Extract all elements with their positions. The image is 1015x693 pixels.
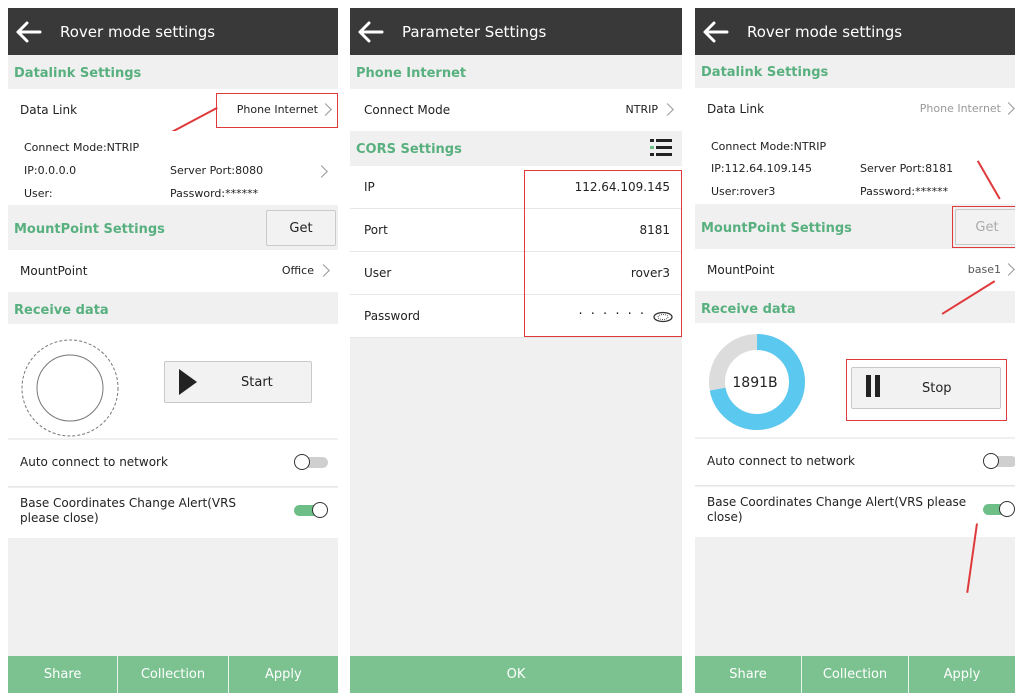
mountpoint-label: MountPoint: [707, 263, 775, 277]
rover-settings-screen-right: Rover mode settings Datalink Settings Da…: [695, 8, 1015, 693]
connect-mode-text: Connect Mode:NTRIP: [24, 141, 140, 154]
app-header: Rover mode settings: [695, 8, 1015, 55]
mountpoint-value: Office: [281, 264, 314, 277]
password-label: Password: [364, 309, 421, 323]
get-button[interactable]: Get: [266, 210, 336, 246]
chevron-right-icon: [1002, 263, 1015, 276]
mountpoint-row[interactable]: MountPoint Office: [8, 250, 338, 292]
datalink-section-title: Datalink Settings: [14, 66, 142, 81]
chevron-right-icon: [315, 165, 328, 178]
parameter-settings-screen: Parameter Settings Phone Internet Connec…: [350, 8, 682, 693]
page-title: Rover mode settings: [747, 22, 903, 41]
page-title: Rover mode settings: [60, 22, 216, 41]
mountpoint-value: base1: [967, 263, 1001, 276]
connection-info[interactable]: Connect Mode:NTRIP IP:112.64.109.145 Ser…: [695, 130, 1015, 204]
start-button[interactable]: Start: [164, 361, 312, 403]
ip-label: IP: [364, 180, 375, 194]
receive-panel: Start: [8, 324, 338, 438]
annotation-box: [952, 206, 1015, 248]
base-alert-toggle[interactable]: [294, 502, 330, 518]
connection-info[interactable]: Connect Mode:NTRIP IP:0.0.0.0 Server Por…: [8, 131, 338, 205]
cors-section-title: CORS Settings: [356, 142, 462, 157]
toggle-knob: [999, 501, 1015, 517]
connect-mode-label: Connect Mode: [364, 103, 451, 117]
mountpoint-label: MountPoint: [20, 264, 88, 278]
connect-mode-value: NTRIP: [625, 103, 658, 116]
toggle-knob: [312, 502, 328, 518]
base-alert-row: Base Coordinates Change Alert(VRS please…: [695, 487, 1015, 537]
phone-internet-section-title: Phone Internet: [356, 66, 467, 81]
user-label: User: [364, 266, 392, 280]
data-link-value: Phone Internet: [919, 102, 1001, 115]
receive-section-title: Receive data: [14, 303, 109, 318]
server-port-text: Server Port:8080: [170, 164, 264, 177]
bottom-bar: OK: [350, 656, 682, 693]
user-text: User:: [24, 187, 53, 200]
base-alert-label: Base Coordinates Change Alert(VRS please…: [20, 496, 237, 525]
server-port-text: Server Port:8181: [860, 162, 954, 175]
auto-connect-toggle[interactable]: [983, 453, 1015, 469]
auto-connect-row: Auto connect to network: [8, 440, 338, 487]
auto-connect-label: Auto connect to network: [20, 455, 168, 469]
page-title: Parameter Settings: [402, 22, 547, 41]
bottom-bar: Share Collection Apply: [8, 656, 338, 693]
password-text: Password:******: [860, 185, 949, 198]
ok-button[interactable]: OK: [350, 656, 682, 693]
password-text: Password:******: [170, 187, 259, 200]
share-button[interactable]: Share: [695, 656, 801, 693]
annotation-box: [216, 93, 338, 128]
datalink-section-title: Datalink Settings: [701, 65, 829, 80]
port-label: Port: [364, 223, 388, 237]
user-text: User:rover3: [711, 185, 776, 198]
data-link-label: Data Link: [707, 102, 765, 116]
base-alert-row: Base Coordinates Change Alert(VRS please…: [8, 488, 338, 538]
chevron-right-icon: [661, 103, 674, 116]
share-button[interactable]: Share: [8, 656, 118, 693]
connect-mode-text: Connect Mode:NTRIP: [711, 140, 827, 153]
back-arrow-icon[interactable]: [356, 17, 392, 47]
received-bytes: 1891B: [732, 375, 777, 391]
back-arrow-icon[interactable]: [14, 17, 50, 47]
toggle-knob: [983, 453, 999, 469]
apply-button[interactable]: Apply: [908, 656, 1015, 693]
chevron-right-icon: [1002, 102, 1015, 115]
app-header: Parameter Settings: [350, 8, 682, 55]
ip-text: IP:0.0.0.0: [24, 164, 77, 177]
auto-connect-label: Auto connect to network: [707, 454, 855, 468]
collection-button[interactable]: Collection: [117, 656, 228, 693]
start-label: Start: [241, 374, 273, 390]
bottom-bar: Share Collection Apply: [695, 656, 1015, 693]
annotation-box: [524, 170, 682, 337]
base-alert-toggle[interactable]: [983, 501, 1015, 517]
receive-section-title: Receive data: [701, 302, 796, 317]
back-arrow-icon[interactable]: [701, 17, 737, 47]
connect-mode-row[interactable]: Connect Mode NTRIP: [350, 89, 682, 131]
receive-panel: 1891B Stop: [695, 323, 1015, 437]
toggle-knob: [294, 454, 310, 470]
rover-settings-screen-left: Rover mode settings Datalink Settings Da…: [8, 8, 338, 693]
data-link-label: Data Link: [20, 103, 78, 117]
ip-text: IP:112.64.109.145: [711, 162, 813, 175]
annotation-box: [846, 359, 1007, 421]
base-alert-label: Base Coordinates Change Alert(VRS please…: [707, 495, 967, 524]
app-header: Rover mode settings: [8, 8, 338, 55]
apply-button[interactable]: Apply: [227, 656, 338, 693]
collection-button[interactable]: Collection: [801, 656, 908, 693]
chevron-right-icon: [317, 264, 330, 277]
data-link-row[interactable]: Data Link Phone Internet: [695, 88, 1015, 130]
receive-progress-ring: 1891B: [709, 334, 805, 430]
mountpoint-row[interactable]: MountPoint base1: [695, 249, 1015, 291]
receive-ring-icon: [21, 339, 119, 437]
auto-connect-toggle[interactable]: [294, 454, 330, 470]
list-icon[interactable]: [650, 136, 672, 158]
auto-connect-row: Auto connect to network: [695, 439, 1015, 486]
play-icon: [179, 369, 197, 395]
